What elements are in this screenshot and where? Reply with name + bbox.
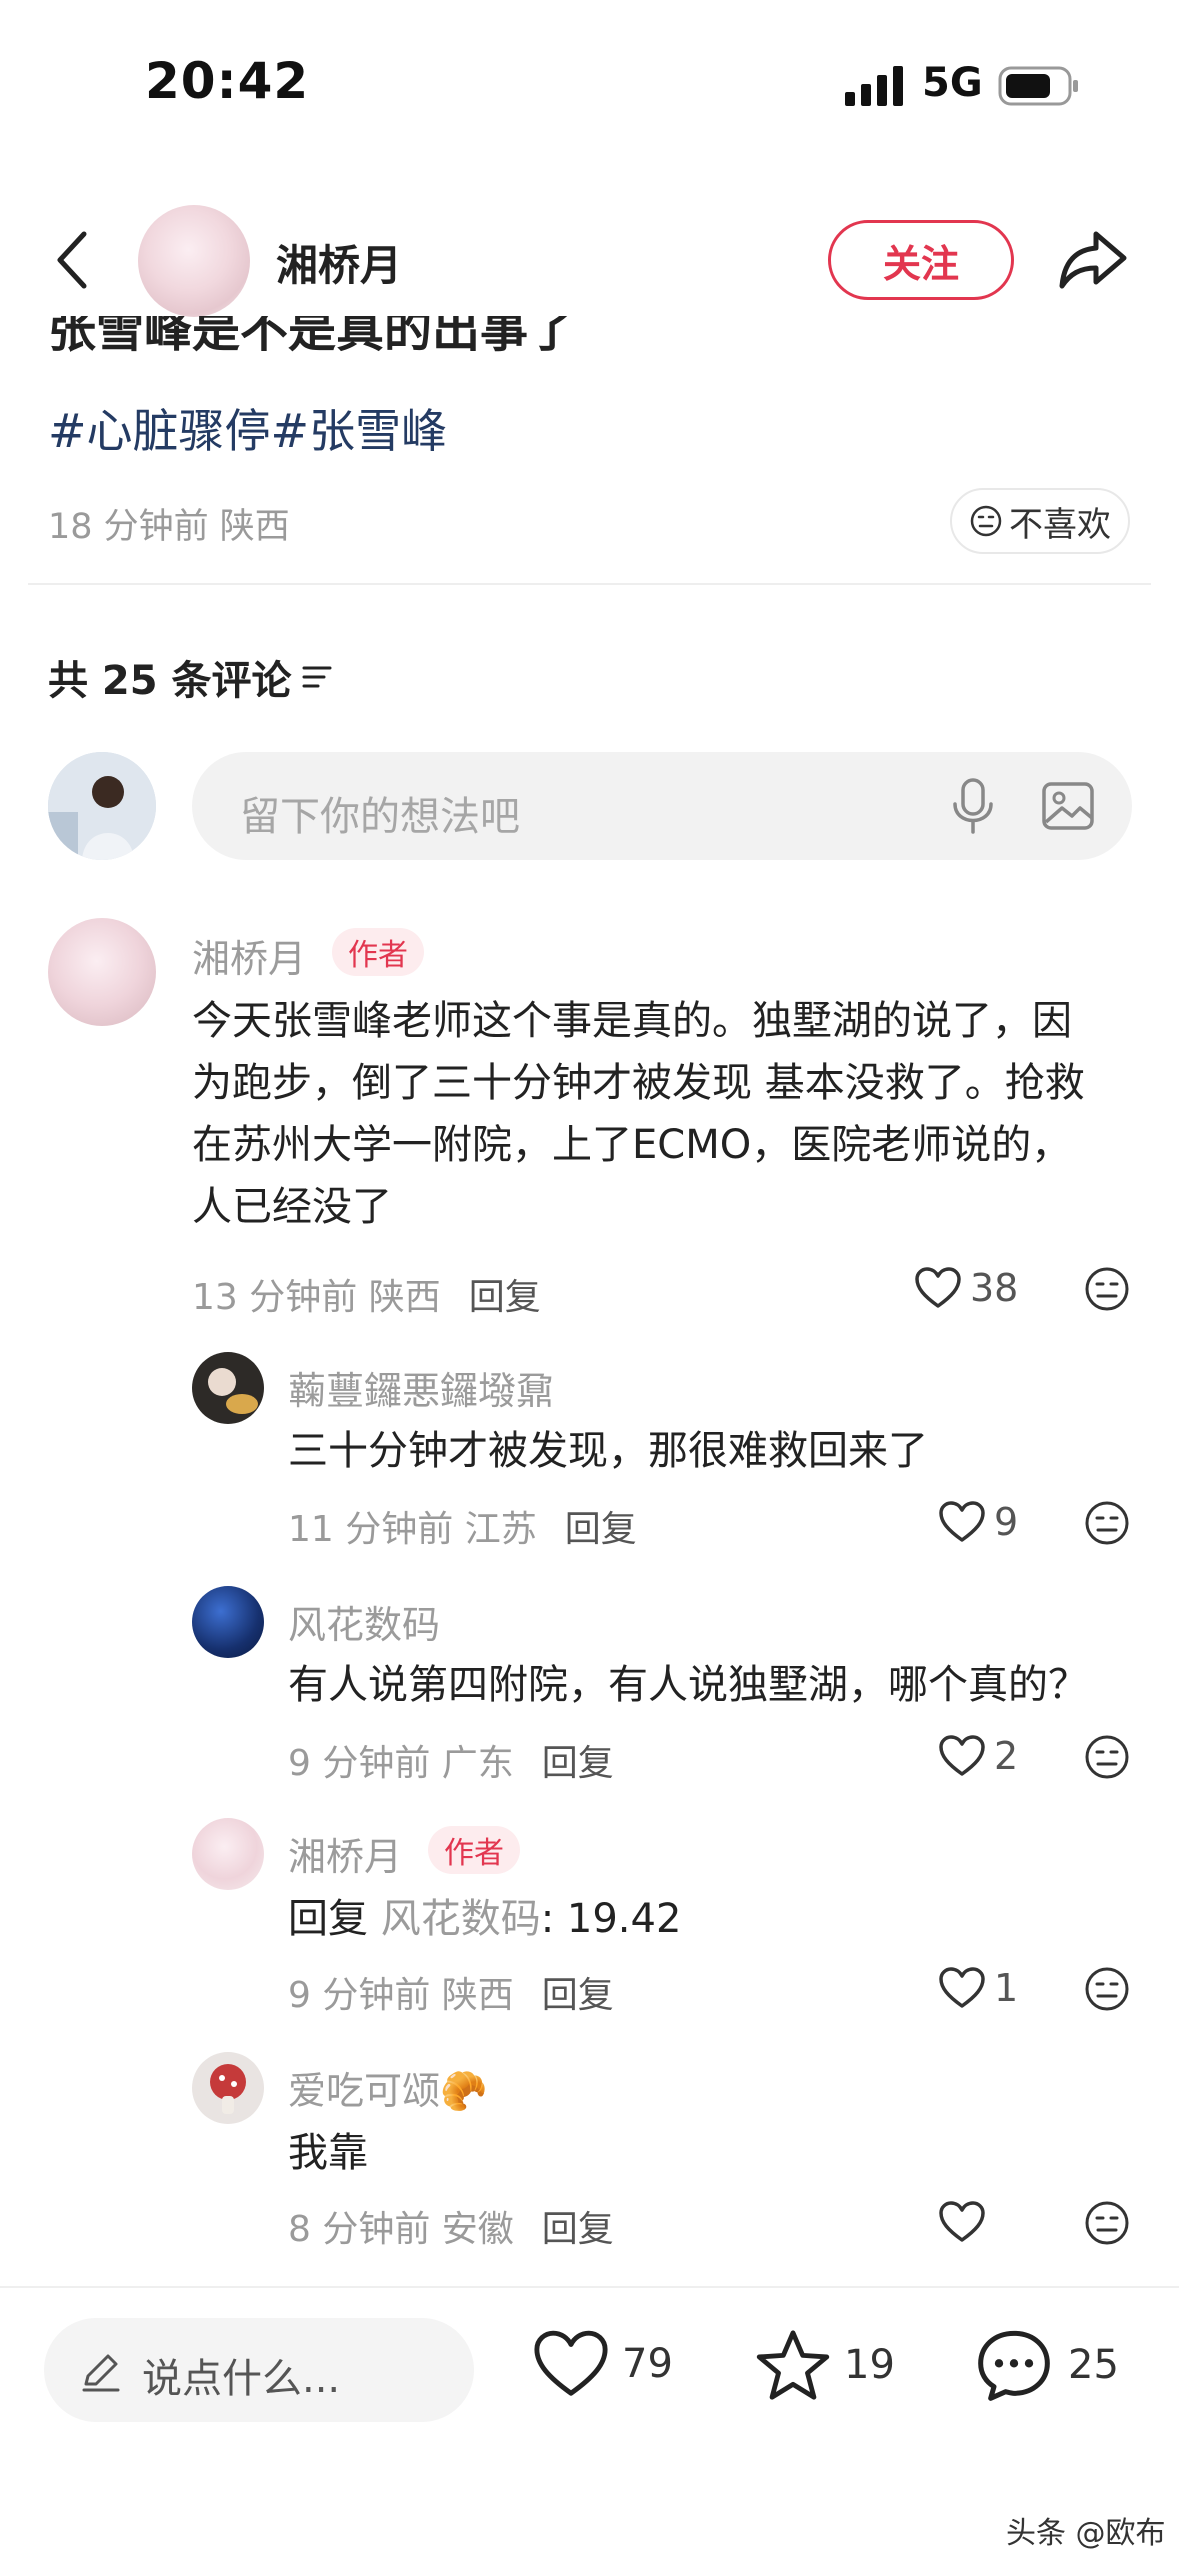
dislike-button[interactable]: 不喜欢 [950, 488, 1130, 554]
reply-to-name[interactable]: 风花数码 [381, 1896, 541, 1942]
commenter-avatar[interactable] [192, 1586, 264, 1658]
comment-bubble-icon [978, 2330, 1050, 2401]
star-icon [756, 2330, 830, 2400]
comment-text: 有人说第四附院，有人说独墅湖，哪个真的？ [288, 1662, 1088, 1708]
dislike-label: 不喜欢 [1009, 504, 1111, 545]
image-icon[interactable] [1040, 778, 1096, 834]
like-count: 2 [994, 1734, 1019, 1778]
meh-face-icon[interactable] [1084, 1500, 1130, 1546]
like-button[interactable] [938, 2200, 994, 2244]
heart-icon [939, 1967, 985, 2008]
author-avatar[interactable] [138, 205, 250, 317]
author-name[interactable]: 湘桥月 [276, 232, 402, 293]
post-title-partial: 张雪峰是不是真的出事了 [48, 316, 577, 352]
commenter-name[interactable]: 湘桥月 [192, 928, 306, 983]
like-button[interactable]: 1 [938, 1966, 1018, 2010]
heart-icon [939, 1501, 985, 1542]
like-button[interactable]: 2 [938, 1734, 1018, 1778]
comment-meta: 9 分钟前 陕西 回复 [288, 1975, 614, 2016]
meh-face-icon [970, 505, 1002, 537]
comment-meta: 11 分钟前 江苏 回复 [288, 1509, 637, 1550]
comment-text: 回复 风花数码: 19.42 [288, 1896, 682, 1942]
reply-button[interactable]: 回复 [565, 1509, 637, 1550]
heart-icon [939, 2201, 985, 2242]
like-count: 1 [994, 1966, 1019, 2010]
meh-face-icon[interactable] [1084, 1966, 1130, 2012]
heart-icon [534, 2330, 608, 2396]
comment-count-label: 共 25 条评论 [48, 658, 292, 704]
author-badge: 作者 [332, 928, 424, 976]
favorite-button[interactable]: 19 [754, 2328, 895, 2402]
tag-link[interactable]: #心脏骤停 [48, 404, 271, 458]
heart-icon [915, 1267, 961, 1308]
meh-face-icon[interactable] [1084, 1266, 1130, 1312]
watermark: 头条 @欧布 [1006, 2516, 1166, 2551]
comment-input-placeholder: 留下你的想法吧 [240, 794, 520, 840]
microphone-icon[interactable] [948, 776, 998, 836]
comment-button[interactable]: 25 [974, 2326, 1119, 2404]
comment-count-header: 共 25 条评论 [48, 648, 332, 706]
post-tags: #心脏骤停#张雪峰 [48, 395, 447, 461]
follow-button[interactable]: 关注 [828, 220, 1014, 300]
heart-icon [939, 1735, 985, 1776]
share-icon[interactable] [1058, 228, 1128, 292]
reply-button[interactable]: 回复 [542, 2209, 614, 2250]
comment-meta: 13 分钟前 陕西 回复 [192, 1277, 541, 1318]
like-button[interactable]: 38 [914, 1266, 1018, 1310]
sort-icon[interactable] [302, 665, 332, 689]
comment-text: 我靠 [288, 2130, 368, 2176]
battery-icon [998, 66, 1078, 106]
commenter-name[interactable]: 爱吃可颂🥐 [288, 2060, 487, 2115]
meh-face-icon[interactable] [1084, 1734, 1130, 1780]
commenter-avatar[interactable] [192, 1352, 264, 1424]
tag-link[interactable]: #张雪峰 [271, 404, 448, 458]
divider [28, 583, 1151, 585]
comment-text: 今天张雪峰老师这个事是真的。独墅湖的说了，因 为跑步，倒了三十分钟才被发现 基本… [192, 998, 1085, 1230]
say-something-placeholder: 说点什么... [142, 2356, 341, 2402]
meh-face-icon[interactable] [1084, 2200, 1130, 2246]
comment-text: 三十分钟才被发现，那很难救回来了 [288, 1428, 928, 1474]
comment-count: 25 [1068, 2342, 1119, 2388]
bottom-divider [0, 2286, 1179, 2288]
reply-button[interactable]: 回复 [542, 1743, 614, 1784]
comment-meta: 9 分钟前 广东 回复 [288, 1743, 614, 1784]
commenter-name[interactable]: 风花数码 [288, 1594, 440, 1649]
commenter-avatar[interactable] [192, 2052, 264, 2124]
status-time: 20:42 [145, 52, 310, 110]
commenter-avatar[interactable] [192, 1818, 264, 1890]
like-button[interactable]: 9 [938, 1500, 1018, 1544]
favorite-count: 19 [844, 2342, 895, 2388]
current-user-avatar [48, 752, 156, 860]
commenter-avatar[interactable] [48, 918, 156, 1026]
reply-button[interactable]: 回复 [542, 1975, 614, 2016]
like-count: 9 [994, 1500, 1019, 1544]
author-badge: 作者 [428, 1826, 520, 1874]
network-label: 5G [922, 60, 983, 106]
post-meta: 18 分钟前 陕西 [48, 507, 290, 547]
signal-icon [845, 66, 903, 106]
comment-meta: 8 分钟前 安徽 回复 [288, 2209, 614, 2250]
reply-button[interactable]: 回复 [469, 1277, 541, 1318]
post-like-count: 79 [622, 2341, 673, 2387]
commenter-name[interactable]: 湘桥月 [288, 1826, 402, 1881]
pencil-icon [82, 2354, 120, 2392]
back-arrow-icon[interactable] [52, 228, 92, 292]
like-count: 38 [970, 1266, 1019, 1310]
commenter-name[interactable]: 蘜蘴鑼悪鑼墢鼐 [288, 1360, 554, 1415]
post-like-button[interactable]: 79 [532, 2328, 673, 2400]
